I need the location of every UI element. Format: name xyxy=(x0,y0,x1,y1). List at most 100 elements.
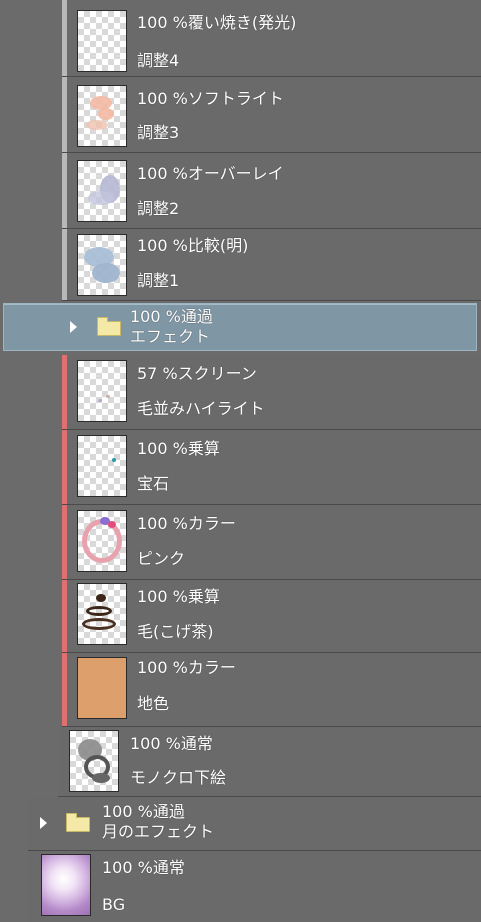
layer-thumbnail xyxy=(77,85,127,147)
layer-blend-mode: スクリーン xyxy=(177,364,257,383)
layer-thumbnail xyxy=(77,583,127,645)
layer-folder-effect[interactable]: 100 %通過 エフェクト xyxy=(3,303,477,351)
layer-thumbnail xyxy=(77,10,127,72)
layer-mode-line: 100 %カラー xyxy=(137,515,236,533)
layer-name: 調整4 xyxy=(137,51,180,70)
layer-mode-line: 100 %通過 xyxy=(102,803,185,821)
folder-icon xyxy=(97,317,121,336)
layer-mode-line: 100 %ソフトライト xyxy=(137,90,284,108)
layer-mode-line: 57 %スクリーン xyxy=(137,365,257,383)
thumbnail-stroke xyxy=(86,606,112,616)
layer-blend-mode: ソフトライト xyxy=(187,89,284,108)
expand-arrow-icon[interactable] xyxy=(40,817,47,829)
layer-mode-line: 100 %通過 xyxy=(130,308,213,326)
layer-opacity: 100 % xyxy=(137,439,188,458)
layer-name: 調整3 xyxy=(137,123,180,142)
clipping-indicator xyxy=(62,653,67,726)
layer-mode-line: 100 %覆い焼き(発光) xyxy=(137,14,296,32)
layer-blend-mode: カラー xyxy=(187,514,236,533)
layer-row-bg[interactable]: 100 %通常 BG xyxy=(28,851,481,922)
clipping-indicator xyxy=(62,430,67,504)
layer-opacity: 100 % xyxy=(137,236,188,255)
layer-mode-line: 100 %乗算 xyxy=(137,588,220,606)
clipping-indicator xyxy=(62,0,67,76)
layer-blend-mode: 通過 xyxy=(180,307,213,326)
layer-row-fur-dark-brown[interactable]: 100 %乗算 毛(こげ茶) xyxy=(62,580,481,653)
thumbnail-stroke xyxy=(92,773,110,783)
thumbnail-stroke xyxy=(96,594,106,602)
expand-arrow-icon[interactable] xyxy=(70,321,77,333)
thumbnail-stroke xyxy=(98,399,102,402)
layer-blend-mode: 覆い焼き(発光) xyxy=(187,13,297,32)
clipping-indicator xyxy=(62,580,67,652)
layer-mode-line: 100 %通常 xyxy=(130,735,213,753)
layer-mode-line: 100 %カラー xyxy=(137,659,236,677)
layer-mode-line: 100 %オーバーレイ xyxy=(137,165,284,183)
layer-folder-moon-effect[interactable]: 100 %通過 月のエフェクト xyxy=(28,797,481,851)
layer-thumbnail xyxy=(41,854,91,916)
layer-name: 毛(こげ茶) xyxy=(137,622,214,641)
layer-thumbnail xyxy=(77,510,127,572)
layer-opacity: 100 % xyxy=(137,514,188,533)
layer-row-gem[interactable]: 100 %乗算 宝石 xyxy=(62,430,481,505)
layer-blend-mode: 通常 xyxy=(180,734,213,753)
clipping-indicator xyxy=(62,505,67,579)
layer-name: BG xyxy=(102,895,126,914)
layer-opacity: 100 % xyxy=(137,164,188,183)
layer-thumbnail xyxy=(77,360,127,422)
layer-row-adjust4[interactable]: 100 %覆い焼き(発光) 調整4 xyxy=(62,0,481,77)
clipping-indicator xyxy=(62,229,67,300)
layer-opacity: 100 % xyxy=(137,13,188,32)
layer-row-base-color[interactable]: 100 %カラー 地色 xyxy=(62,653,481,727)
layer-thumbnail xyxy=(77,657,127,719)
layer-row-adjust1[interactable]: 100 %比較(明) 調整1 xyxy=(62,229,481,301)
thumbnail-stroke xyxy=(86,120,108,130)
layer-name: 地色 xyxy=(137,694,170,713)
thumbnail-stroke xyxy=(98,108,114,120)
layer-opacity: 100 % xyxy=(130,307,181,326)
layer-blend-mode: 比較(明) xyxy=(187,236,249,255)
layer-blend-mode: オーバーレイ xyxy=(187,164,284,183)
layer-opacity: 100 % xyxy=(102,858,153,877)
layer-blend-mode: 通常 xyxy=(152,858,185,877)
layer-row-fur-highlight[interactable]: 57 %スクリーン 毛並みハイライト xyxy=(62,355,481,430)
layer-row-monochrome-sketch[interactable]: 100 %通常 モノクロ下絵 xyxy=(58,727,481,797)
layer-thumbnail xyxy=(77,160,127,222)
layer-blend-mode: 乗算 xyxy=(187,439,220,458)
layer-opacity: 100 % xyxy=(137,658,188,677)
folder-icon xyxy=(66,813,90,832)
clipping-indicator xyxy=(62,77,67,152)
layer-thumbnail xyxy=(77,435,127,497)
layer-blend-mode: 通過 xyxy=(152,802,185,821)
layer-row-adjust2[interactable]: 100 %オーバーレイ 調整2 xyxy=(62,153,481,229)
thumbnail-stroke xyxy=(88,191,114,205)
layer-thumbnail xyxy=(69,730,119,792)
layer-blend-mode: 乗算 xyxy=(187,587,220,606)
thumbnail-stroke xyxy=(82,618,116,630)
layer-row-adjust3[interactable]: 100 %ソフトライト 調整3 xyxy=(62,77,481,153)
layer-thumbnail xyxy=(77,234,127,296)
clipping-indicator xyxy=(62,355,67,429)
layer-name: 調整1 xyxy=(137,271,180,290)
clipping-indicator xyxy=(62,153,67,228)
thumbnail-stroke xyxy=(82,519,122,563)
layer-name: 毛並みハイライト xyxy=(137,399,265,418)
layer-mode-line: 100 %通常 xyxy=(102,859,185,877)
layer-name: 宝石 xyxy=(137,474,170,493)
thumbnail-stroke xyxy=(108,521,116,528)
layer-blend-mode: カラー xyxy=(187,658,236,677)
thumbnail-stroke xyxy=(106,395,110,398)
layer-opacity: 100 % xyxy=(137,587,188,606)
layer-opacity: 100 % xyxy=(137,89,188,108)
layer-name: モノクロ下絵 xyxy=(130,768,227,787)
layer-name: 調整2 xyxy=(137,199,180,218)
layer-opacity: 100 % xyxy=(130,734,181,753)
layer-name: ピンク xyxy=(137,549,186,568)
layer-mode-line: 100 %乗算 xyxy=(137,440,220,458)
layer-name: エフェクト xyxy=(130,327,211,346)
layer-row-pink[interactable]: 100 %カラー ピンク xyxy=(62,505,481,580)
thumbnail-stroke xyxy=(92,263,120,283)
thumbnail-stroke xyxy=(112,458,116,462)
layer-name: 月のエフェクト xyxy=(102,822,215,841)
layer-opacity: 57 % xyxy=(137,364,178,383)
